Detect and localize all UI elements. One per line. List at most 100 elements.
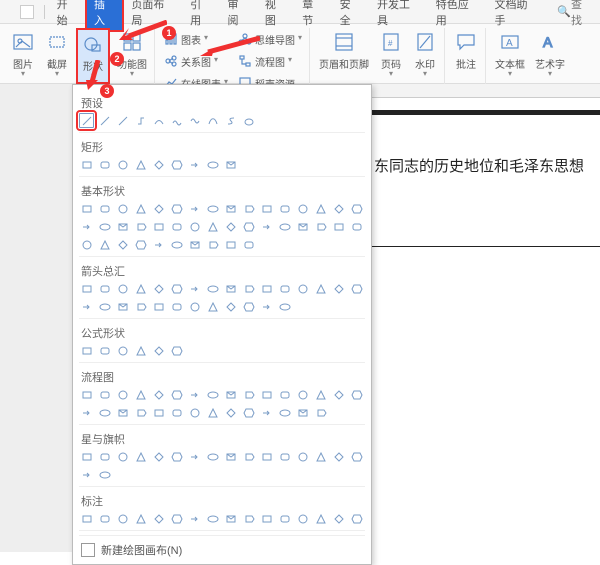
shape-item[interactable] (349, 387, 364, 402)
search-button[interactable]: 🔍 查找 (549, 0, 600, 31)
shape-item[interactable] (133, 387, 148, 402)
shape-item[interactable] (133, 299, 148, 314)
shape-item[interactable] (259, 201, 274, 216)
shape-item[interactable] (79, 237, 94, 252)
shape-item[interactable] (97, 201, 112, 216)
tab-view[interactable]: 视图 (257, 0, 294, 31)
shape-item[interactable] (295, 281, 310, 296)
shape-item[interactable] (277, 449, 292, 464)
tab-devtools[interactable]: 开发工具 (369, 0, 428, 31)
shape-item[interactable] (133, 449, 148, 464)
tab-security[interactable]: 安全 (332, 0, 369, 31)
shape-item[interactable] (133, 343, 148, 358)
shape-item[interactable] (97, 343, 112, 358)
shape-item[interactable] (277, 405, 292, 420)
shape-item[interactable] (187, 281, 202, 296)
picture-button[interactable]: 图片▾ (8, 28, 38, 80)
shape-item[interactable] (151, 511, 166, 526)
shape-item[interactable] (259, 449, 274, 464)
shape-item[interactable] (115, 281, 130, 296)
shape-curve2[interactable] (205, 113, 220, 128)
shape-item[interactable] (259, 387, 274, 402)
shape-item[interactable] (151, 201, 166, 216)
shape-item[interactable] (79, 449, 94, 464)
shape-item[interactable] (241, 299, 256, 314)
shape-item[interactable] (151, 343, 166, 358)
shape-item[interactable] (79, 219, 94, 234)
shape-item[interactable] (133, 281, 148, 296)
shape-item[interactable] (115, 299, 130, 314)
shape-item[interactable] (295, 387, 310, 402)
shape-item[interactable] (223, 201, 238, 216)
tab-featured[interactable]: 特色应用 (428, 0, 487, 31)
shape-item[interactable] (205, 157, 220, 172)
shape-item[interactable] (277, 219, 292, 234)
shape-item[interactable] (79, 201, 94, 216)
shape-item[interactable] (97, 405, 112, 420)
shape-item[interactable] (151, 157, 166, 172)
shape-item[interactable] (97, 387, 112, 402)
tab-dochelper[interactable]: 文档助手 (487, 0, 546, 31)
shape-cloud[interactable] (241, 113, 256, 128)
shape-item[interactable] (133, 237, 148, 252)
shape-item[interactable] (205, 387, 220, 402)
shape-freeform[interactable] (187, 113, 202, 128)
comment-button[interactable]: 批注 (451, 28, 481, 73)
shape-item[interactable] (349, 511, 364, 526)
shape-item[interactable] (313, 405, 328, 420)
shape-item[interactable] (259, 281, 274, 296)
shape-item[interactable] (349, 201, 364, 216)
shape-item[interactable] (169, 157, 184, 172)
shape-item[interactable] (151, 387, 166, 402)
page[interactable]: 东同志的历史地位和毛泽东思想 (372, 110, 600, 247)
shape-item[interactable] (133, 201, 148, 216)
shape-item[interactable] (169, 219, 184, 234)
shape-item[interactable] (223, 219, 238, 234)
shape-item[interactable] (331, 219, 346, 234)
shape-line-arrow[interactable] (97, 113, 112, 128)
shape-item[interactable] (79, 405, 94, 420)
tab-review[interactable]: 审阅 (220, 0, 257, 31)
shape-item[interactable] (115, 405, 130, 420)
shape-scribble[interactable] (169, 113, 184, 128)
shape-item[interactable] (133, 405, 148, 420)
shape-item[interactable] (205, 405, 220, 420)
shape-item[interactable] (151, 449, 166, 464)
shape-item[interactable] (313, 219, 328, 234)
shape-item[interactable] (79, 281, 94, 296)
shape-item[interactable] (313, 511, 328, 526)
shape-item[interactable] (169, 511, 184, 526)
shape-item[interactable] (169, 343, 184, 358)
shape-item[interactable] (331, 281, 346, 296)
shape-item[interactable] (97, 467, 112, 482)
shape-item[interactable] (349, 449, 364, 464)
shape-item[interactable] (223, 281, 238, 296)
shape-item[interactable] (133, 157, 148, 172)
shape-item[interactable] (223, 387, 238, 402)
shape-item[interactable] (169, 237, 184, 252)
shape-item[interactable] (115, 387, 130, 402)
document-text-line[interactable]: 东同志的历史地位和毛泽东思想 (374, 155, 600, 176)
shape-item[interactable] (259, 299, 274, 314)
shape-item[interactable] (115, 511, 130, 526)
shape-item[interactable] (241, 219, 256, 234)
shape-item[interactable] (151, 237, 166, 252)
shape-item[interactable] (115, 201, 130, 216)
shape-item[interactable] (187, 219, 202, 234)
header-footer-button[interactable]: 页眉和页脚 (316, 28, 372, 73)
shape-item[interactable] (151, 281, 166, 296)
shape-item[interactable] (313, 449, 328, 464)
shape-item[interactable] (187, 237, 202, 252)
shape-item[interactable] (223, 157, 238, 172)
shape-item[interactable] (241, 281, 256, 296)
shape-item[interactable] (205, 511, 220, 526)
shape-item[interactable] (223, 237, 238, 252)
shape-item[interactable] (115, 219, 130, 234)
shape-item[interactable] (187, 511, 202, 526)
shape-item[interactable] (169, 405, 184, 420)
shape-item[interactable] (187, 449, 202, 464)
shape-item[interactable] (223, 511, 238, 526)
shape-item[interactable] (313, 201, 328, 216)
shape-item[interactable] (331, 511, 346, 526)
shape-item[interactable] (169, 449, 184, 464)
